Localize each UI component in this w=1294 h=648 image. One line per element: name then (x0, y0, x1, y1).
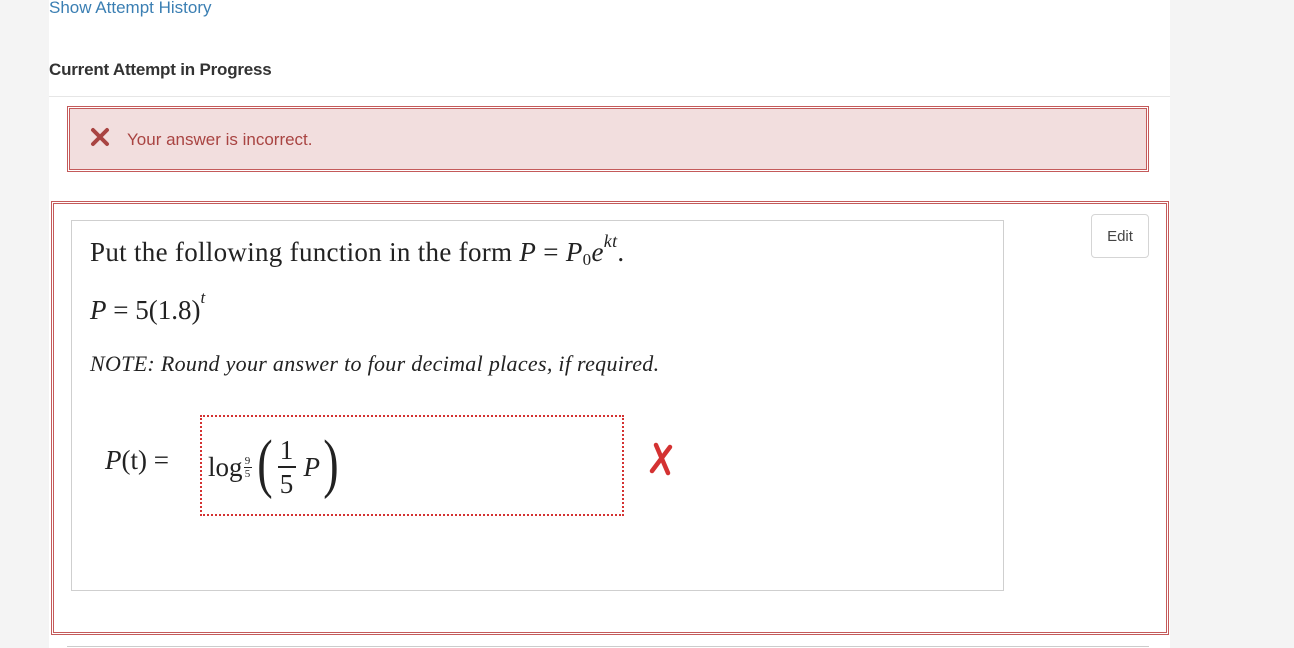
form-exp-base: e (591, 237, 604, 267)
divider (49, 96, 1170, 97)
form-lhs: P (519, 237, 537, 267)
question-panel-body: Edit Put the following function in the f… (53, 203, 1167, 633)
fraction-bar (277, 466, 296, 468)
show-attempt-history-link[interactable]: Show Attempt History (49, 0, 212, 18)
instruction-text: Put the following function in the form (90, 237, 513, 267)
given-lhs: P (90, 295, 107, 325)
section-heading: Current Attempt in Progress (49, 60, 272, 79)
fraction-numerator: 1 (279, 435, 294, 466)
alert-message: Your answer is incorrect. (127, 130, 313, 149)
log-base-numerator: 9 (244, 454, 251, 467)
incorrect-answer-alert: Your answer is incorrect. (67, 106, 1149, 172)
x-icon (91, 128, 109, 146)
bottom-divider (67, 646, 1149, 647)
open-paren: ( (256, 427, 273, 500)
fraction-denominator: 5 (279, 468, 294, 499)
answer-label-arg: (t) (121, 445, 147, 475)
form-equals: = (543, 237, 559, 267)
alert-body: Your answer is incorrect. (69, 108, 1147, 170)
page: Show Attempt History Current Attempt in … (49, 0, 1170, 648)
question-instruction: Put the following function in the form P… (90, 232, 625, 268)
answer-input[interactable]: log 9 5 ( 1 5 P ) (200, 415, 624, 516)
form-period: . (617, 237, 625, 267)
log-base: 9 5 (243, 454, 252, 480)
given-exponent: t (200, 288, 206, 307)
edit-button[interactable]: Edit (1091, 214, 1149, 258)
cross-icon (649, 442, 673, 476)
answer-expression: log 9 5 ( 1 5 P ) (208, 425, 342, 509)
given-equation: P = 5(1.8)t (90, 289, 205, 326)
rounding-note: NOTE: Round your answer to four decimal … (90, 351, 660, 376)
log-base-denominator: 5 (244, 467, 251, 480)
answer-label-equals: = (153, 445, 169, 475)
close-paren: ) (323, 427, 339, 500)
given-rhs: 5(1.8) (135, 295, 201, 325)
fraction: 1 5 (277, 435, 296, 499)
question-panel: Edit Put the following function in the f… (51, 201, 1169, 635)
form-base: P (565, 237, 583, 267)
form-exponent: kt (603, 231, 618, 251)
given-equals: = (113, 295, 129, 325)
answer-variable: P (303, 451, 321, 482)
question-content: Put the following function in the form P… (71, 220, 1004, 591)
log-function: log (208, 451, 243, 482)
answer-label: P(t) = (105, 445, 169, 476)
answer-label-fn: P (105, 445, 122, 475)
